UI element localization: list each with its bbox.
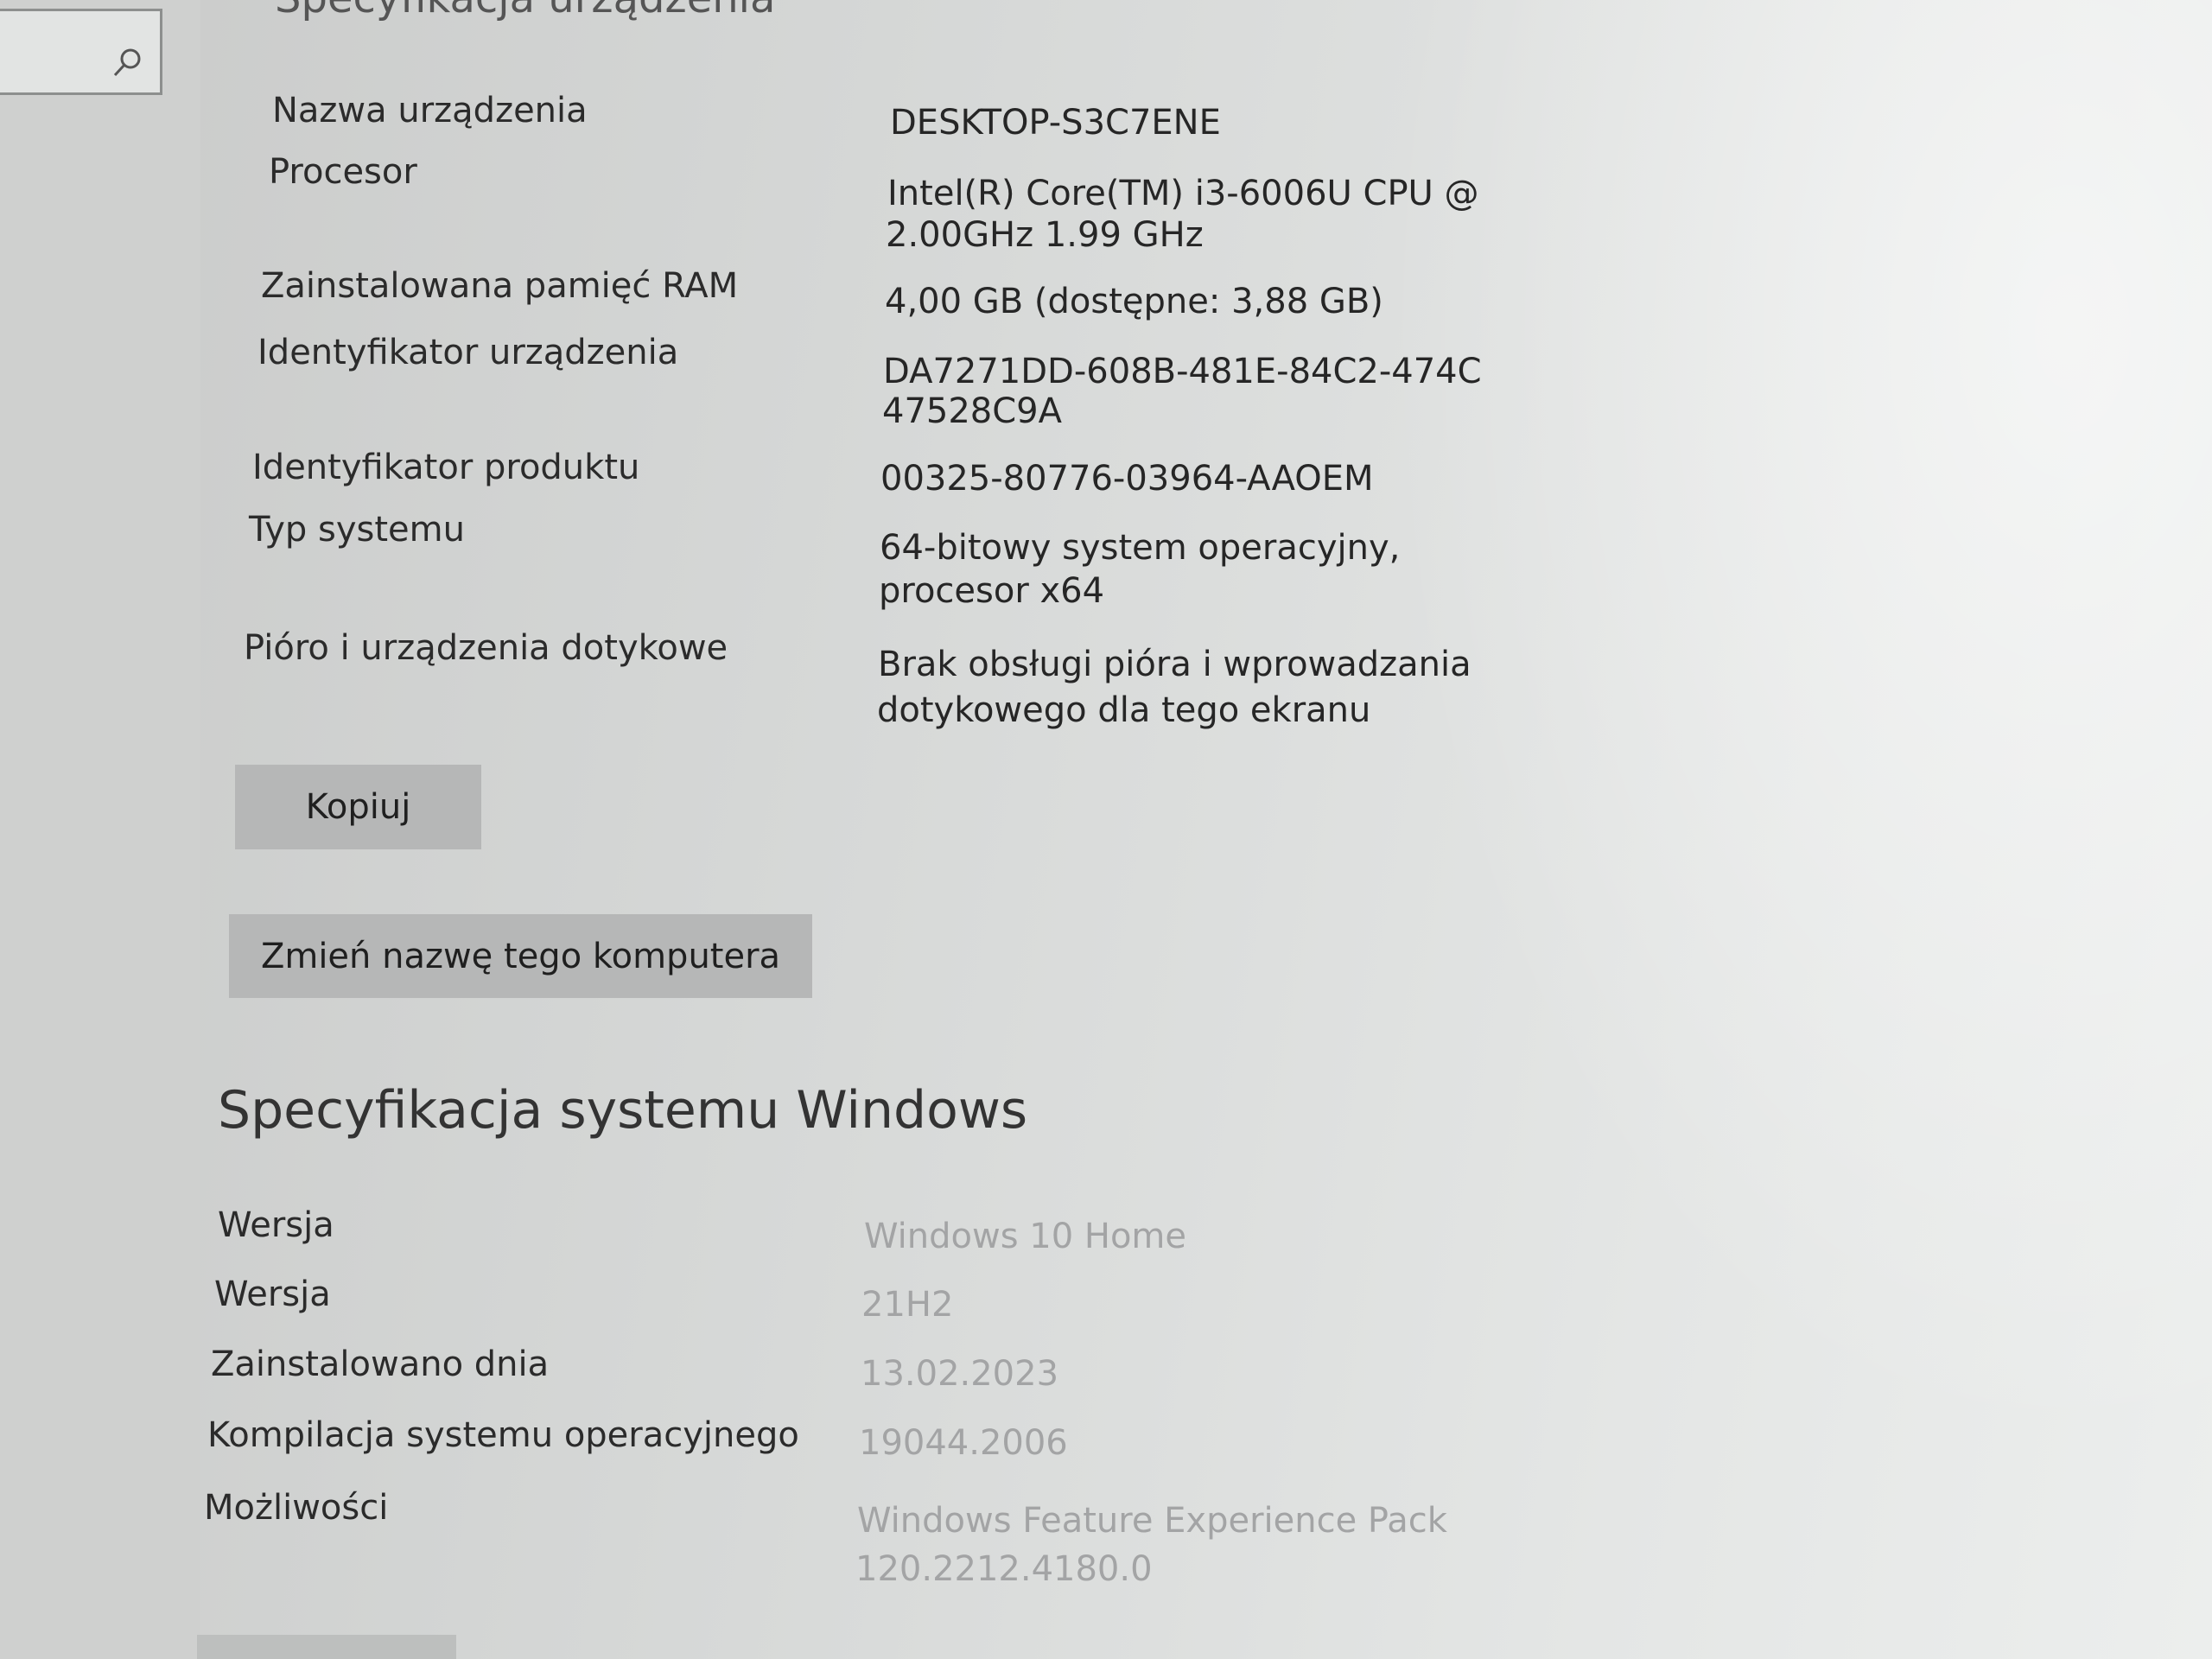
experience-value-line1: Windows Feature Experience Pack <box>857 1501 1447 1541</box>
processor-value-line1: Intel(R) Core(TM) i3-6006U CPU @ <box>887 174 1479 213</box>
partial-button-edge[interactable] <box>197 1635 456 1659</box>
copy-button[interactable]: Kopiuj <box>235 765 481 849</box>
device-name-label: Nazwa urządzenia <box>272 91 588 130</box>
version-value: 21H2 <box>861 1285 954 1325</box>
screen-glare <box>1262 0 2212 1659</box>
ram-value: 4,00 GB (dostępne: 3,88 GB) <box>885 282 1383 321</box>
os-build-label: Kompilacja systemu operacyjnego <box>207 1415 799 1455</box>
installed-on-label: Zainstalowano dnia <box>211 1344 550 1384</box>
pen-touch-label: Pióro i urządzenia dotykowe <box>244 628 728 668</box>
system-type-label: Typ systemu <box>249 510 465 550</box>
search-icon[interactable] <box>110 46 144 80</box>
pen-touch-value-line1: Brak obsługi pióra i wprowadzania <box>878 645 1471 684</box>
device-id-value-line2: 47528C9A <box>882 391 1062 431</box>
system-type-value-line2: procesor x64 <box>879 571 1105 611</box>
left-navigation-pane <box>0 0 200 1659</box>
installed-on-value: 13.02.2023 <box>861 1354 1059 1394</box>
device-id-label: Identyfikator urządzenia <box>257 333 679 372</box>
product-id-value: 00325-80776-03964-AAOEM <box>880 459 1374 499</box>
product-id-label: Identyfikator produktu <box>252 448 640 487</box>
experience-label: Możliwości <box>204 1488 389 1528</box>
os-build-value: 19044.2006 <box>859 1423 1068 1463</box>
edition-label: Wersja <box>218 1205 334 1245</box>
processor-label: Procesor <box>269 152 417 192</box>
pen-touch-value-line2: dotykowego dla tego ekranu <box>877 690 1371 730</box>
version-label: Wersja <box>214 1274 331 1314</box>
experience-value-line2: 120.2212.4180.0 <box>855 1549 1153 1589</box>
ram-label: Zainstalowana pamięć RAM <box>261 266 739 306</box>
rename-pc-button[interactable]: Zmień nazwę tego komputera <box>229 914 812 998</box>
system-type-value-line1: 64-bitowy system operacyjny, <box>880 528 1401 568</box>
edition-value: Windows 10 Home <box>864 1217 1187 1256</box>
device-name-value: DESKTOP-S3C7ENE <box>890 103 1221 143</box>
device-id-value-line1: DA7271DD-608B-481E-84C2-474C <box>883 352 1482 391</box>
search-input[interactable] <box>0 9 162 95</box>
device-spec-heading: Specyfikacja urządzenia <box>275 0 775 22</box>
windows-spec-heading: Specyfikacja systemu Windows <box>218 1080 1028 1141</box>
processor-value-line2: 2.00GHz 1.99 GHz <box>886 215 1204 255</box>
